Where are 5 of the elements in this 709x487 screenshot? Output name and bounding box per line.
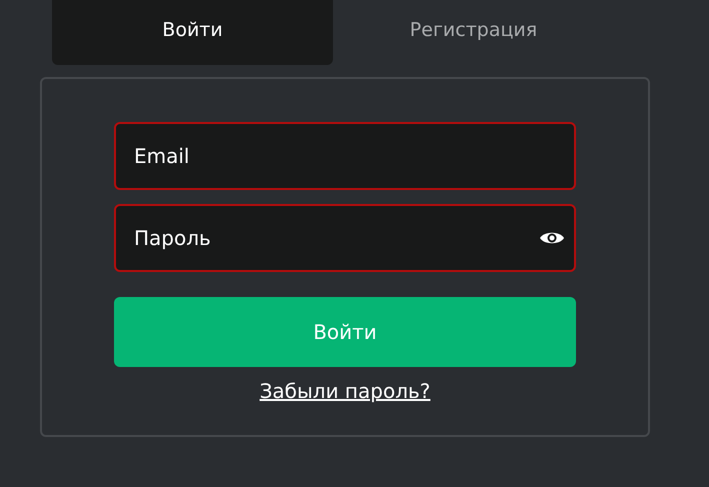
- tab[interactable]: Войти: [52, 0, 333, 65]
- password-field[interactable]: Пароль: [114, 204, 576, 272]
- tab[interactable]: Регистрация: [333, 0, 614, 65]
- email-field[interactable]: Email: [114, 122, 576, 190]
- forgot-password-link[interactable]: Забыли пароль?: [260, 379, 430, 403]
